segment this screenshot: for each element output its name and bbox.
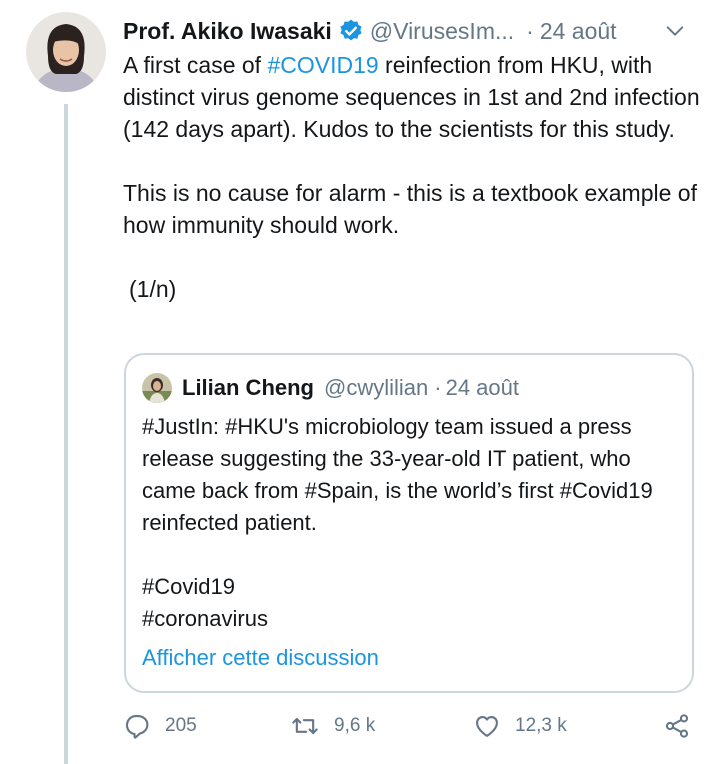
tweet-header: Prof. Akiko Iwasaki @VirusesIm... · 24 a…: [123, 14, 696, 48]
heart-icon: [476, 715, 498, 737]
tweet-paragraph-2: This is no cause for alarm - this is a t…: [123, 180, 704, 238]
chevron-down-icon[interactable]: [660, 16, 690, 46]
retweet-count: 9,6 k: [334, 715, 376, 736]
reply-count: 205: [165, 715, 197, 736]
retweet-icon: [292, 717, 318, 735]
quoted-tag-1: #Covid19: [142, 574, 235, 599]
quoted-author-handle: @cwylilian: [324, 375, 429, 400]
like-count: 12,3 k: [515, 715, 567, 736]
hashtag-link[interactable]: #COVID19: [267, 52, 378, 78]
author-name[interactable]: Prof. Akiko Iwasaki: [123, 18, 332, 45]
show-thread-link[interactable]: Afficher cette discussion: [142, 645, 379, 671]
quoted-header-separator: ·: [434, 375, 442, 400]
verified-badge-icon: [338, 18, 364, 44]
quoted-tweet-header: Lilian Cheng @cwylilian · 24 août: [142, 373, 519, 403]
quoted-tweet-text: #JustIn: #HKU's microbiology team issued…: [142, 411, 682, 635]
quoted-tweet-card[interactable]: Lilian Cheng @cwylilian · 24 août #JustI…: [124, 353, 694, 693]
author-handle[interactable]: @VirusesIm...: [370, 18, 514, 45]
retweet-button[interactable]: 9,6 k: [290, 706, 375, 746]
quoted-paragraph-1: #JustIn: #HKU's microbiology team issued…: [142, 414, 659, 535]
share-icon: [665, 714, 689, 738]
author-avatar[interactable]: [26, 12, 106, 92]
tweet-actions: 205 9,6 k 12,3 k: [123, 706, 703, 746]
like-button[interactable]: 12,3 k: [473, 706, 567, 746]
tweet-text: A first case of #COVID19 reinfection fro…: [123, 49, 703, 305]
quoted-author-avatar: [142, 373, 172, 403]
quoted-tag-2: #coronavirus: [142, 606, 268, 631]
tweet-text-start: A first case of: [123, 52, 268, 78]
quoted-author-name: Lilian Cheng: [182, 375, 314, 400]
header-separator: ·: [526, 17, 534, 44]
tweet-date[interactable]: 24 août: [540, 18, 617, 45]
reply-button[interactable]: 205: [123, 706, 197, 746]
reply-icon: [125, 715, 149, 739]
quoted-tweet-date: 24 août: [445, 375, 519, 400]
share-button[interactable]: [663, 706, 705, 746]
tweet-paragraph-1: A first case of #COVID19 reinfection fro…: [123, 49, 703, 145]
thread-line: [64, 104, 68, 764]
tweet-paragraph-3: (1/n): [129, 276, 177, 302]
